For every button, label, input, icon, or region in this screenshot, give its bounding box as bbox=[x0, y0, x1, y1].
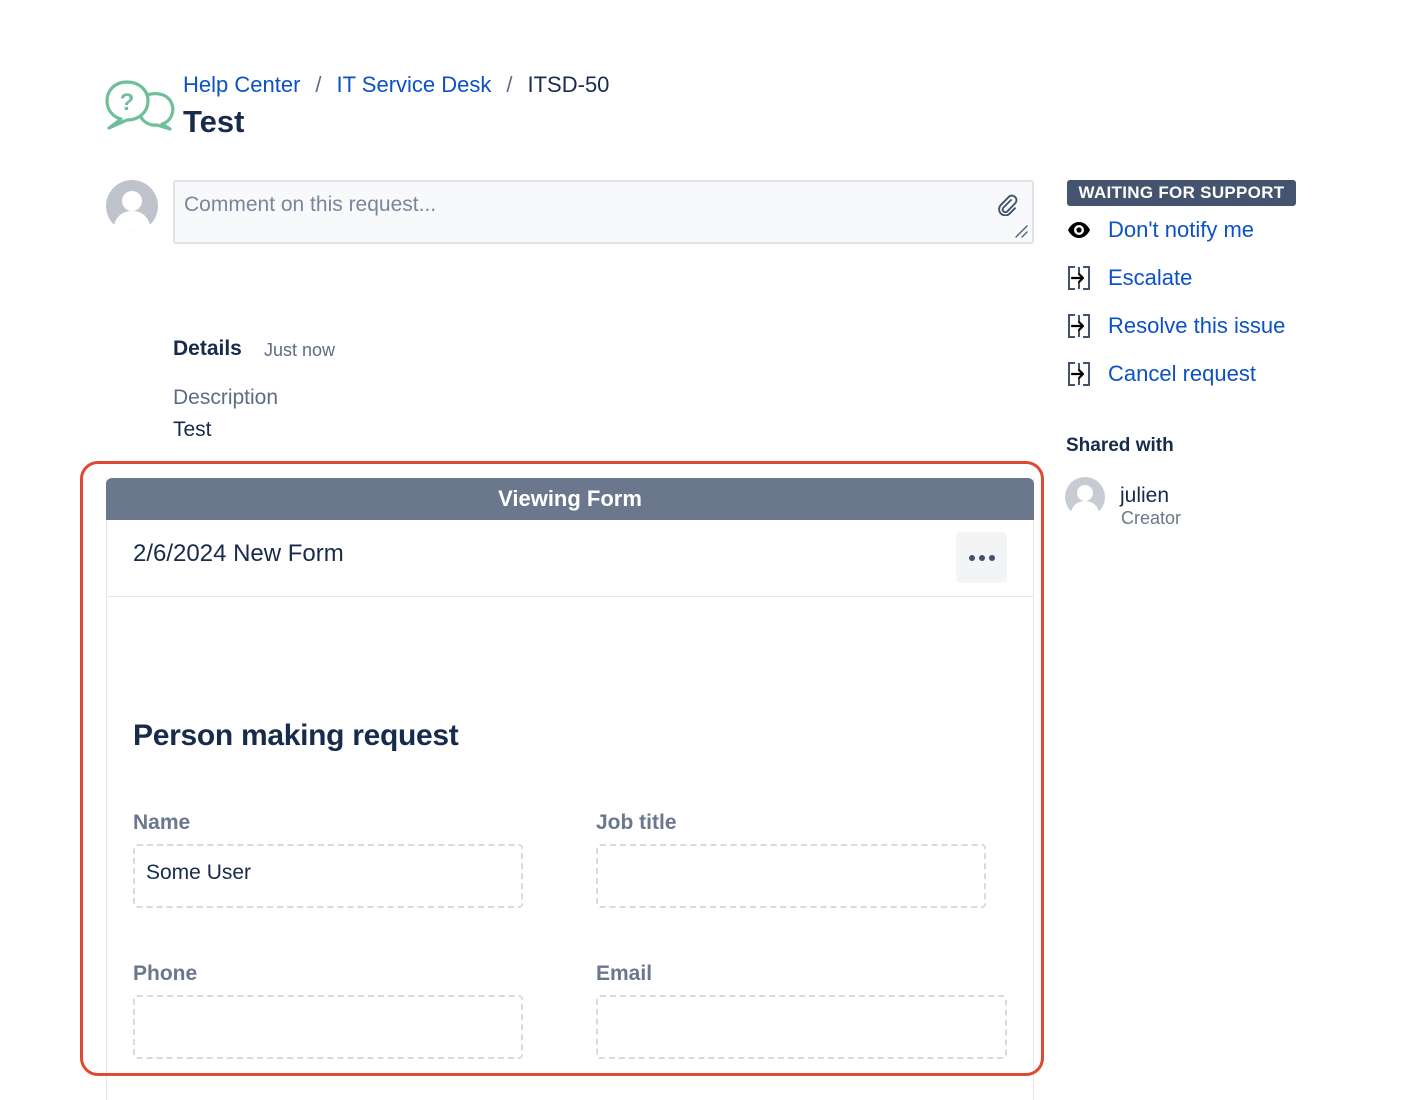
user-avatar bbox=[1065, 477, 1105, 517]
details-timestamp: Just now bbox=[264, 340, 336, 360]
description-value: Test bbox=[173, 418, 212, 441]
dont-notify-me-label: Don't notify me bbox=[1108, 217, 1255, 242]
breadcrumb: Help Center / IT Service Desk / ITSD-50 bbox=[183, 70, 609, 100]
paperclip-icon[interactable] bbox=[996, 194, 1018, 216]
shared-user-role: Creator bbox=[1121, 508, 1182, 528]
cancel-request-label: Cancel request bbox=[1108, 361, 1256, 386]
comment-placeholder: Comment on this request... bbox=[184, 193, 437, 216]
breadcrumb-separator: / bbox=[506, 72, 513, 97]
resize-handle-icon[interactable] bbox=[1014, 224, 1028, 238]
comment-input[interactable]: Comment on this request... bbox=[173, 180, 1034, 244]
svg-text:?: ? bbox=[120, 89, 135, 116]
user-avatar bbox=[106, 180, 158, 232]
shared-user-name: julien bbox=[1120, 484, 1170, 507]
resolve-issue-label: Resolve this issue bbox=[1108, 313, 1286, 338]
highlight-outline bbox=[80, 461, 1044, 1076]
transition-icon bbox=[1068, 266, 1090, 290]
description-label: Description bbox=[173, 386, 279, 409]
dont-notify-me-link[interactable]: Don't notify me bbox=[1066, 215, 1254, 245]
status-badge: WAITING FOR SUPPORT bbox=[1067, 180, 1296, 206]
breadcrumb-it-service-desk[interactable]: IT Service Desk bbox=[337, 72, 492, 98]
cancel-request-link[interactable]: Cancel request bbox=[1066, 359, 1256, 389]
transition-icon bbox=[1068, 362, 1090, 386]
escalate-label: Escalate bbox=[1108, 265, 1193, 290]
transition-icon bbox=[1068, 314, 1090, 338]
breadcrumb-separator: / bbox=[315, 72, 322, 97]
eye-icon bbox=[1068, 222, 1090, 238]
help-center-logo[interactable]: ? bbox=[104, 78, 178, 134]
shared-with-label: Shared with bbox=[1066, 435, 1174, 456]
page-title: Test bbox=[183, 104, 245, 139]
escalate-link[interactable]: Escalate bbox=[1066, 263, 1192, 293]
details-label: Details bbox=[173, 337, 242, 360]
breadcrumb-issue-key: ITSD-50 bbox=[527, 72, 610, 97]
breadcrumb-help-center[interactable]: Help Center bbox=[183, 72, 300, 98]
resolve-issue-link[interactable]: Resolve this issue bbox=[1066, 311, 1285, 341]
